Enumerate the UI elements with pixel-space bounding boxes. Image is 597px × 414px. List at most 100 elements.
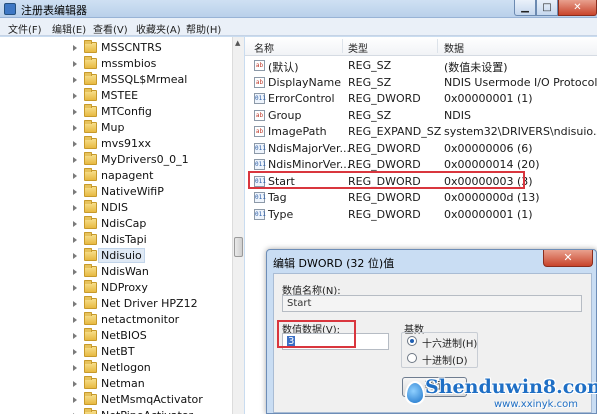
expand-arrow-icon[interactable]	[73, 157, 78, 163]
expand-arrow-icon[interactable]	[73, 301, 78, 307]
expand-arrow-icon[interactable]	[73, 253, 78, 259]
expand-arrow-icon[interactable]	[73, 237, 78, 243]
tree-item-label: netactmonitor	[101, 313, 180, 326]
tree-item[interactable]: NdisCap	[0, 216, 232, 232]
tree-item-label: NetBT	[101, 345, 135, 358]
value-row[interactable]: ab Group REG_SZ NDIS	[245, 108, 597, 124]
column-name[interactable]: 名称	[254, 40, 274, 55]
expand-arrow-icon[interactable]	[73, 221, 78, 227]
tree-item[interactable]: MTConfig	[0, 104, 232, 120]
expand-arrow-icon[interactable]	[73, 125, 78, 131]
tree-item[interactable]: NetBIOS	[0, 328, 232, 344]
tree-item[interactable]: mssmbios	[0, 56, 232, 72]
expand-arrow-icon[interactable]	[73, 317, 78, 323]
tree-item[interactable]: MSSQL$Mrmeal	[0, 72, 232, 88]
tree-item[interactable]: Ndisuio	[0, 248, 232, 264]
value-row[interactable]: ab DisplayName REG_SZ NDIS Usermode I/O Pro…	[245, 75, 597, 91]
menu-favorites[interactable]: 收藏夹(A)	[136, 21, 181, 36]
tree-item[interactable]: netactmonitor	[0, 312, 232, 328]
expand-arrow-icon[interactable]	[73, 285, 78, 291]
column-divider[interactable]	[437, 39, 438, 53]
value-row[interactable]: 011 NdisMajorVer... REG_DWORD 0x00000006 (6…	[245, 141, 597, 157]
tree-item-label: NdisTapi	[101, 233, 147, 246]
dialog-close-button[interactable]: ✕	[543, 250, 593, 267]
tree-item[interactable]: NativeWifiP	[0, 184, 232, 200]
tree-item-label: Net Driver HPZ12	[101, 297, 198, 310]
tree-scrollbar[interactable]: ▲	[232, 37, 244, 414]
tree-item[interactable]: Mup	[0, 120, 232, 136]
tree-item[interactable]: napagent	[0, 168, 232, 184]
expand-arrow-icon[interactable]	[73, 381, 78, 387]
value-row[interactable]: 011 Tag REG_DWORD 0x0000000d (13)	[245, 190, 597, 206]
value-type: REG_DWORD	[348, 207, 421, 221]
tree-item[interactable]: NetBT	[0, 344, 232, 360]
radio-hexadecimal-label[interactable]: 十六进制(H)	[422, 335, 477, 350]
expand-arrow-icon[interactable]	[73, 141, 78, 147]
menu-view[interactable]: 查看(V)	[93, 21, 128, 36]
expand-arrow-icon[interactable]	[73, 173, 78, 179]
value-type: REG_DWORD	[348, 191, 421, 204]
start-value-highlight	[248, 171, 525, 189]
expand-arrow-icon[interactable]	[73, 333, 78, 339]
tree-item[interactable]: Netlogon	[0, 360, 232, 376]
expand-arrow-icon[interactable]	[73, 269, 78, 275]
column-type[interactable]: 类型	[348, 40, 368, 55]
expand-arrow-icon[interactable]	[73, 45, 78, 51]
value-row[interactable]: ab ImagePath REG_EXPAND_SZ system32\DRIVERS…	[245, 124, 597, 140]
column-divider[interactable]	[342, 39, 343, 53]
folder-icon	[84, 328, 97, 341]
value-data: NDIS Usermode I/O Protocol	[444, 75, 597, 89]
expand-arrow-icon[interactable]	[73, 77, 78, 83]
expand-arrow-icon[interactable]	[73, 365, 78, 371]
value-row[interactable]: 011 ErrorControl REG_DWORD 0x00000001 (1)	[245, 91, 597, 107]
radio-decimal[interactable]	[407, 353, 417, 363]
value-name: NdisMinorVer...	[268, 158, 351, 171]
value-row[interactable]: 011 Type REG_DWORD 0x00000001 (1)	[245, 207, 597, 223]
expand-arrow-icon[interactable]	[73, 205, 78, 211]
tree-item[interactable]: Net Driver HPZ12	[0, 296, 232, 312]
tree-item[interactable]: Netman	[0, 376, 232, 392]
tree-item[interactable]: mvs91xx	[0, 136, 232, 152]
scroll-up-icon[interactable]: ▲	[235, 39, 240, 47]
value-name: (默认)	[268, 61, 299, 74]
expand-arrow-icon[interactable]	[73, 109, 78, 115]
tree-item-label: NdisCap	[101, 217, 147, 230]
expand-arrow-icon[interactable]	[73, 61, 78, 67]
value-row[interactable]: ab (默认) REG_SZ (数值未设置)	[245, 58, 597, 74]
tree-item[interactable]: NDIS	[0, 200, 232, 216]
folder-icon	[84, 232, 97, 245]
tree-item[interactable]: MyDrivers0_0_1	[0, 152, 232, 168]
menu-help[interactable]: 帮助(H)	[186, 21, 221, 36]
tree-item[interactable]: NetPipeActivator	[0, 408, 232, 414]
menu-edit[interactable]: 编辑(E)	[52, 21, 86, 36]
registry-key-tree[interactable]: MSSCNTRS mssmbios MSSQL$Mrmeal MSTEE MTConfi…	[0, 37, 244, 414]
value-data: (数值未设置)	[444, 61, 508, 74]
tree-item-label: mvs91xx	[101, 137, 151, 150]
menu-file[interactable]: 文件(F)	[8, 21, 42, 36]
folder-icon	[84, 120, 97, 133]
minimize-button[interactable]: ▁	[514, 0, 536, 16]
expand-arrow-icon[interactable]	[73, 349, 78, 355]
tree-item[interactable]: NetMsmqActivator	[0, 392, 232, 408]
folder-icon	[84, 392, 97, 405]
radio-hexadecimal[interactable]	[407, 336, 417, 346]
tree-item[interactable]: NdisTapi	[0, 232, 232, 248]
maximize-button[interactable]: □	[536, 0, 558, 16]
expand-arrow-icon[interactable]	[73, 189, 78, 195]
expand-arrow-icon[interactable]	[73, 93, 78, 99]
radio-decimal-label[interactable]: 十进制(D)	[422, 352, 468, 367]
tree-item[interactable]: MSTEE	[0, 88, 232, 104]
folder-icon	[84, 72, 97, 85]
value-data: 0x00000006 (6)	[444, 141, 533, 155]
expand-arrow-icon[interactable]	[73, 397, 78, 403]
column-data[interactable]: 数据	[444, 40, 464, 55]
watermark-url: www.xxinyk.com	[494, 399, 578, 410]
tree-item[interactable]: MSSCNTRS	[0, 40, 232, 56]
tree-item[interactable]: NDProxy	[0, 280, 232, 296]
close-button[interactable]: ✕	[558, 0, 597, 16]
value-type: REG_EXPAND_SZ	[348, 125, 442, 138]
value-type: REG_DWORD	[348, 158, 421, 171]
scrollbar-thumb[interactable]	[234, 237, 243, 257]
tree-item[interactable]: NdisWan	[0, 264, 232, 280]
value-data: 0x00000001 (1)	[444, 92, 533, 105]
